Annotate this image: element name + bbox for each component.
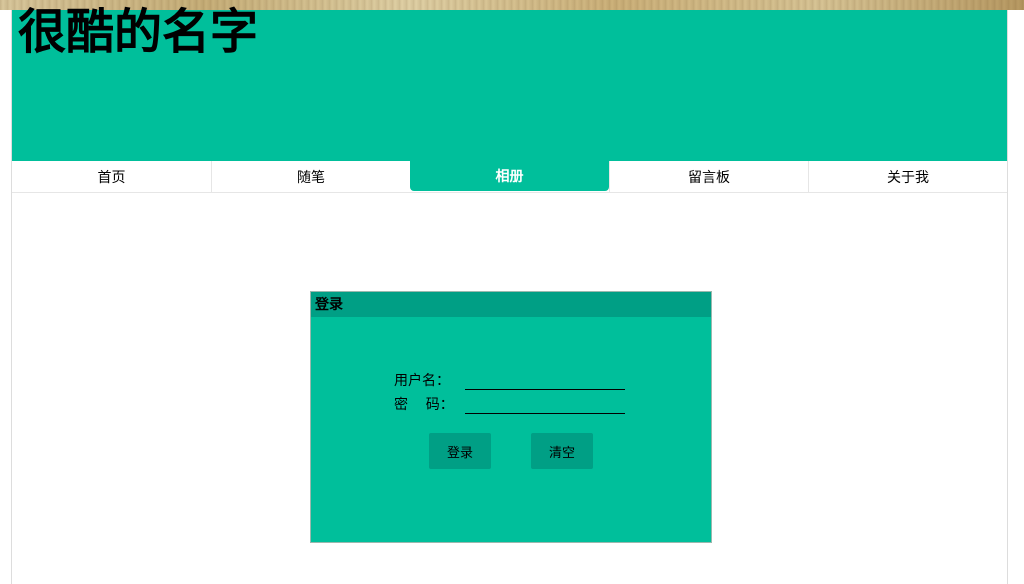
nav-item-about[interactable]: 关于我 <box>808 161 1007 192</box>
password-input[interactable] <box>465 397 625 414</box>
nav-item-home[interactable]: 首页 <box>12 161 211 192</box>
site-title: 很酷的名字 <box>18 4 259 60</box>
clear-button[interactable]: 清空 <box>531 433 593 469</box>
login-button[interactable]: 登录 <box>429 433 491 469</box>
login-panel-title: 登录 <box>311 292 711 317</box>
page-container: 很酷的名字 首页 随笔 相册 留言板 关于我 登录 用户名： 密 码： 登录 清… <box>11 4 1008 584</box>
password-row: 密 码： <box>394 394 625 414</box>
login-panel: 登录 用户名： 密 码： 登录 清空 <box>310 291 712 543</box>
nav-item-essays[interactable]: 随笔 <box>211 161 410 192</box>
page-margin-left <box>0 10 11 584</box>
nav-item-album[interactable]: 相册 <box>410 161 609 191</box>
main-nav: 首页 随笔 相册 留言板 关于我 <box>12 161 1007 193</box>
nav-item-guestbook[interactable]: 留言板 <box>609 161 808 192</box>
password-label: 密 码： <box>394 397 454 413</box>
username-label: 用户名： <box>394 373 450 389</box>
site-header: 很酷的名字 <box>12 4 1007 161</box>
username-row: 用户名： <box>394 370 625 390</box>
page-margin-right <box>1008 10 1024 584</box>
username-input[interactable] <box>465 373 625 390</box>
